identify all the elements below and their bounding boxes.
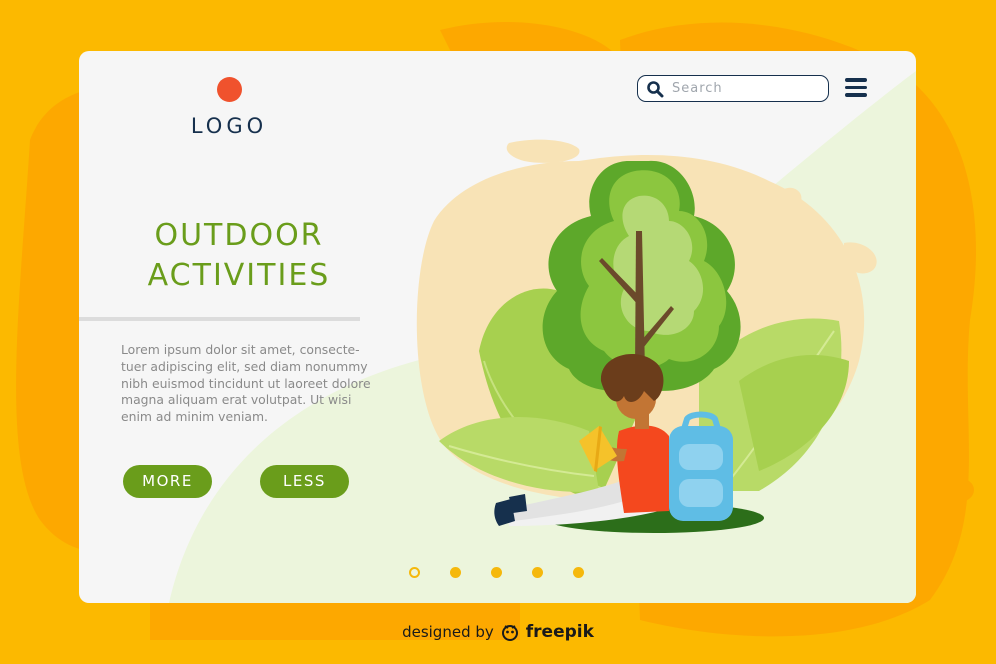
body-line: magna aliquam erat volutpat. Ut wisi: [121, 392, 352, 408]
hero-title-line1: OUTDOOR: [154, 218, 324, 253]
search-bar[interactable]: [637, 75, 829, 102]
less-button[interactable]: LESS: [260, 465, 349, 498]
body-line: Lorem ipsum dolor sit amet, consecte-: [121, 342, 360, 357]
body-line: tuer adipiscing elit, sed diam nonummy: [121, 358, 368, 374]
logo-dot-icon[interactable]: [217, 77, 242, 102]
menu-bar-top: [845, 78, 867, 82]
body-line: enim ad minim veniam.: [121, 409, 268, 425]
hero-body-text: Lorem ipsum dolor sit amet, consecte- tu…: [121, 342, 389, 426]
footer-credit: designed by freepik: [0, 622, 996, 642]
search-input[interactable]: [672, 78, 822, 98]
pagination-dot[interactable]: [450, 567, 461, 578]
hamburger-menu-icon[interactable]: [845, 78, 867, 100]
hero-title: OUTDOOR ACTIVITIES: [119, 216, 359, 296]
more-button[interactable]: MORE: [123, 465, 212, 498]
landing-card: LOGO OUTDOOR ACTIVITIES Lorem ipsum dolo…: [79, 51, 916, 603]
pagination-dot[interactable]: [573, 567, 584, 578]
pagination-dot[interactable]: [532, 567, 543, 578]
logo-text[interactable]: LOGO: [179, 114, 279, 138]
credit-prefix: designed by: [402, 623, 494, 641]
pagination-dot[interactable]: [491, 567, 502, 578]
menu-bar-bottom: [845, 93, 867, 97]
credit-brand[interactable]: freepik: [526, 622, 594, 642]
title-divider: [79, 317, 360, 321]
hero-title-line2: ACTIVITIES: [147, 258, 331, 293]
menu-bar-middle: [845, 85, 867, 89]
pagination-dots: [409, 565, 589, 579]
freepik-logo-icon: [501, 625, 518, 641]
pagination-dot[interactable]: [409, 567, 420, 578]
body-line: nibh euismod tincidunt ut laoreet dolore: [121, 375, 371, 391]
search-icon[interactable]: [646, 80, 664, 98]
